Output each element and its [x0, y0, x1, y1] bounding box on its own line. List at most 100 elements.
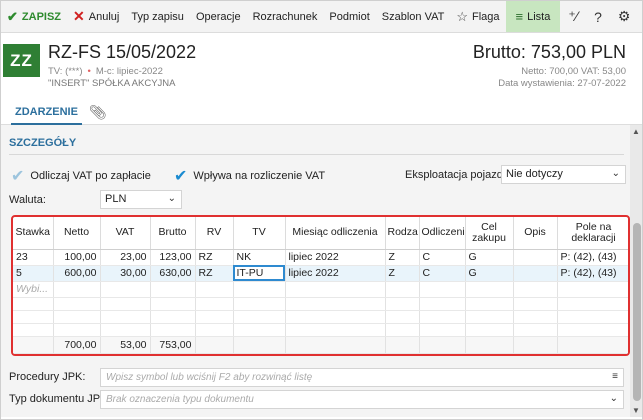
- vat-template-button[interactable]: Szablon VAT: [376, 1, 451, 32]
- cell-vat[interactable]: 30,00: [100, 265, 151, 282]
- col-header-description[interactable]: Opis: [513, 217, 558, 250]
- empty-cell[interactable]: [419, 281, 466, 298]
- cell-description[interactable]: [513, 249, 558, 266]
- empty-cell[interactable]: [285, 281, 386, 298]
- save-button[interactable]: ✔ ZAPISZ: [1, 1, 67, 32]
- empty-cell: [419, 297, 466, 311]
- paperclip-icon[interactable]: 📎︎: [89, 104, 107, 121]
- jpk-doc-type-select[interactable]: Brak oznaczenia typu dokumentu ⌄: [100, 390, 624, 409]
- vertical-scrollbar[interactable]: ▲ ▼: [630, 125, 642, 417]
- empty-cell: [285, 310, 386, 324]
- tv-value: TV: (***): [48, 66, 83, 77]
- checkmark-outline-icon: ✔: [11, 168, 25, 185]
- chevron-down-icon: ⌄: [167, 193, 176, 204]
- flag-button[interactable]: ☆ Flaga: [450, 1, 505, 32]
- empty-cell[interactable]: [53, 281, 101, 298]
- table-row[interactable]: 23 100,00 23,00 123,00 RZ NK lipiec 2022…: [13, 249, 628, 266]
- settlement-button[interactable]: Rozrachunek: [247, 1, 324, 32]
- empty-cell: [100, 323, 151, 337]
- empty-cell[interactable]: [150, 281, 196, 298]
- empty-cell: [13, 297, 54, 311]
- empty-row: [13, 323, 628, 337]
- col-header-rate[interactable]: Stawka: [13, 217, 54, 250]
- check-icon: ✔: [7, 8, 18, 24]
- empty-cell[interactable]: [100, 281, 151, 298]
- cell-rate[interactable]: 23: [13, 249, 54, 266]
- cell-rv[interactable]: RZ: [195, 249, 234, 266]
- list-button[interactable]: ≡ Lista: [505, 1, 561, 32]
- cell-description[interactable]: [513, 265, 558, 282]
- cell-deduction[interactable]: C: [419, 265, 466, 282]
- save-type-button[interactable]: Typ zapisu: [125, 1, 190, 32]
- list-icon[interactable]: ≡: [612, 371, 618, 382]
- entity-button[interactable]: Podmiot: [323, 1, 375, 32]
- cancel-button[interactable]: ✕ Anuluj: [67, 1, 125, 32]
- scrollbar-thumb[interactable]: [633, 223, 641, 401]
- total-vat: 53,00: [100, 335, 151, 354]
- cell-net[interactable]: 600,00: [53, 265, 101, 282]
- cell-kind[interactable]: Z: [385, 249, 420, 266]
- empty-cell: [419, 323, 466, 337]
- currency-select[interactable]: PLN ⌄: [100, 190, 182, 209]
- cell-purpose[interactable]: G: [465, 265, 514, 282]
- empty-cell[interactable]: [465, 281, 514, 298]
- month-value: M-c: lipiec-2022: [95, 66, 163, 77]
- col-header-kind[interactable]: Rodza: [385, 217, 420, 250]
- col-header-tv[interactable]: TV: [233, 217, 286, 250]
- empty-cell[interactable]: [513, 281, 558, 298]
- cell-declaration-field[interactable]: P: (42), (43): [557, 265, 628, 282]
- cell-rate[interactable]: 5: [13, 265, 54, 282]
- vehicle-select[interactable]: Nie dotyczy ⌄: [501, 165, 626, 184]
- col-header-deduction[interactable]: Odliczeni: [419, 217, 466, 250]
- cell-gross[interactable]: 123,00: [150, 249, 196, 266]
- empty-cell: [557, 323, 628, 337]
- currency-value: PLN: [105, 193, 127, 205]
- star-icon: ☆: [456, 8, 468, 24]
- cell-tv[interactable]: NK: [233, 249, 286, 266]
- cell-tv-editor[interactable]: IT-PU: [233, 265, 286, 282]
- cell-net[interactable]: 100,00: [53, 249, 101, 266]
- maximize-icon[interactable]: ☐: [638, 1, 642, 32]
- section-divider: [9, 154, 624, 155]
- empty-cell[interactable]: [195, 281, 234, 298]
- empty-cell: [513, 335, 558, 354]
- affects-vat-checkbox[interactable]: ✔ Wpływa na rozliczenie VAT: [174, 166, 325, 186]
- col-header-vat[interactable]: VAT: [100, 217, 151, 250]
- cell-deduction[interactable]: C: [419, 249, 466, 266]
- cell-purpose[interactable]: G: [465, 249, 514, 266]
- deduct-vat-checkbox[interactable]: ✔ Odliczaj VAT po zapłacie: [11, 166, 151, 186]
- cell-declaration-field[interactable]: P: (42), (43): [557, 249, 628, 266]
- cell-kind[interactable]: Z: [385, 265, 420, 282]
- empty-cell[interactable]: [557, 281, 628, 298]
- jpk-procedures-input[interactable]: Wpisz symbol lub wciśnij F2 aby rozwinąć…: [100, 368, 624, 387]
- empty-cell[interactable]: [385, 281, 420, 298]
- cell-gross[interactable]: 630,00: [150, 265, 196, 282]
- cell-rv[interactable]: RZ: [195, 265, 234, 282]
- tab-event[interactable]: ZDARZENIE: [11, 102, 82, 125]
- empty-cell[interactable]: [233, 281, 286, 298]
- cell-vat[interactable]: 23,00: [100, 249, 151, 266]
- issue-date: Data wystawienia: 27-07-2022: [498, 78, 626, 89]
- col-header-gross[interactable]: Brutto: [150, 217, 196, 250]
- cell-deduction-month[interactable]: lipiec 2022: [285, 265, 386, 282]
- tab-bar: ZDARZENIE 📎︎: [1, 99, 642, 125]
- scroll-down-icon[interactable]: ▼: [632, 406, 640, 415]
- cell-deduction-month[interactable]: lipiec 2022: [285, 249, 386, 266]
- col-header-purpose[interactable]: Cel zakupu: [465, 217, 514, 250]
- jpk-procedures-label: Procedury JPK:: [9, 371, 86, 383]
- table-row-selected[interactable]: 5 600,00 30,00 630,00 RZ IT-PU lipiec 20…: [13, 265, 628, 282]
- empty-cell: [513, 310, 558, 324]
- scroll-up-icon[interactable]: ▲: [632, 127, 640, 136]
- gear-icon[interactable]: ⚙: [610, 1, 639, 32]
- col-header-net[interactable]: Netto: [53, 217, 101, 250]
- operations-button[interactable]: Operacje: [190, 1, 247, 32]
- col-header-declaration-field[interactable]: Pole na deklaracji: [557, 217, 628, 250]
- help-icon[interactable]: ?: [586, 1, 610, 32]
- empty-cell: [233, 297, 286, 311]
- add-link-icon[interactable]: ⁺⁄: [560, 1, 586, 32]
- col-header-deduction-month[interactable]: Miesiąc odliczenia: [285, 217, 386, 250]
- col-header-rv[interactable]: RV: [195, 217, 234, 250]
- new-row[interactable]: Wybi...: [13, 281, 628, 298]
- empty-cell: [195, 297, 234, 311]
- new-row-rate-input[interactable]: Wybi...: [13, 281, 54, 298]
